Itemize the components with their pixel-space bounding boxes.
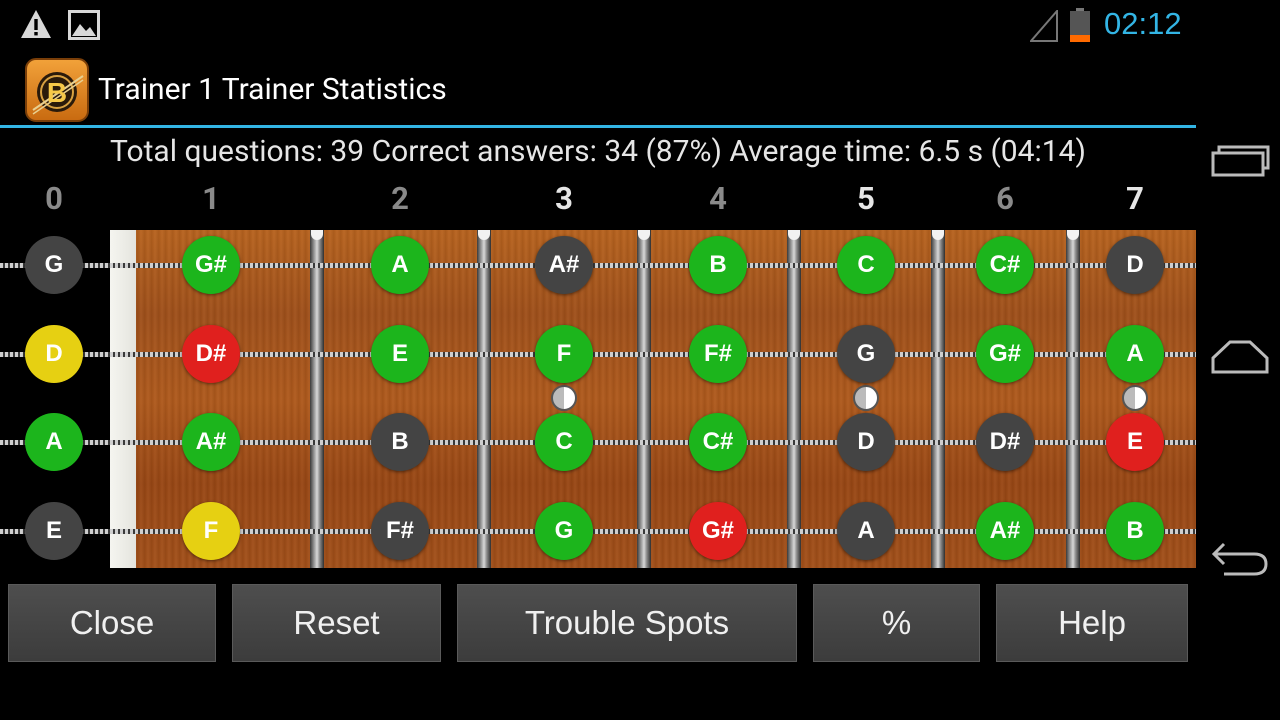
fret-wire	[637, 230, 651, 568]
status-clock: 02:12	[1104, 6, 1182, 41]
reset-button[interactable]: Reset	[232, 584, 441, 662]
note-marker[interactable]: E	[25, 502, 83, 560]
note-marker[interactable]: G	[837, 325, 895, 383]
fret-number-4: 4	[709, 180, 727, 217]
note-marker[interactable]: A	[371, 236, 429, 294]
warning-icon	[21, 10, 51, 38]
page-title: Trainer 1 Trainer Statistics	[98, 72, 447, 107]
close-button[interactable]: Close	[8, 584, 216, 662]
note-marker[interactable]: G	[25, 236, 83, 294]
fret-number-1: 1	[202, 180, 220, 217]
fret-number-3: 3	[555, 180, 573, 217]
fretboard	[110, 230, 1196, 568]
app-logo-icon[interactable]: B	[25, 58, 89, 122]
navigation-bar	[1196, 0, 1280, 720]
note-marker[interactable]: G#	[689, 502, 747, 560]
note-marker[interactable]: C	[837, 236, 895, 294]
action-bar: B Trainer 1 Trainer Statistics	[0, 50, 1196, 128]
fret-number-5: 5	[857, 180, 875, 217]
note-marker[interactable]: E	[1106, 413, 1164, 471]
signal-icon	[1030, 10, 1058, 42]
note-marker[interactable]: G	[535, 502, 593, 560]
note-marker[interactable]: F	[182, 502, 240, 560]
status-bar: 02:12	[0, 0, 1196, 50]
note-marker[interactable]: F	[535, 325, 593, 383]
fret-wire	[931, 230, 945, 568]
svg-text:B: B	[47, 77, 67, 108]
note-marker[interactable]: F#	[371, 502, 429, 560]
fret-wire	[310, 230, 324, 568]
stats-summary: Total questions: 39 Correct answers: 34 …	[110, 134, 1086, 169]
fret-inlay-dot	[853, 385, 879, 411]
fret-number-7: 7	[1126, 180, 1144, 217]
help-button[interactable]: Help	[996, 584, 1188, 662]
recent-apps-icon[interactable]	[1210, 140, 1270, 180]
note-marker[interactable]: A#	[535, 236, 593, 294]
back-icon[interactable]	[1210, 538, 1270, 578]
note-marker[interactable]: B	[371, 413, 429, 471]
fret-wire	[1066, 230, 1080, 568]
fret-inlay-dot	[1122, 385, 1148, 411]
note-marker[interactable]: A#	[182, 413, 240, 471]
note-marker[interactable]: D	[25, 325, 83, 383]
note-marker[interactable]: A	[1106, 325, 1164, 383]
note-marker[interactable]: A#	[976, 502, 1034, 560]
note-marker[interactable]: D	[837, 413, 895, 471]
note-marker[interactable]: A	[25, 413, 83, 471]
percent-button[interactable]: %	[813, 584, 980, 662]
fret-number-6: 6	[996, 180, 1014, 217]
image-icon	[68, 10, 100, 40]
trouble-spots-button[interactable]: Trouble Spots	[457, 584, 797, 662]
battery-icon	[1070, 8, 1090, 42]
note-marker[interactable]: C	[535, 413, 593, 471]
note-marker[interactable]: C#	[689, 413, 747, 471]
fret-number-0: 0	[45, 180, 63, 217]
note-marker[interactable]: B	[689, 236, 747, 294]
note-marker[interactable]: G#	[976, 325, 1034, 383]
fret-inlay-dot	[551, 385, 577, 411]
note-marker[interactable]: D#	[976, 413, 1034, 471]
note-marker[interactable]: G#	[182, 236, 240, 294]
note-marker[interactable]: A	[837, 502, 895, 560]
fret-wire	[787, 230, 801, 568]
note-marker[interactable]: B	[1106, 502, 1164, 560]
note-marker[interactable]: F#	[689, 325, 747, 383]
note-marker[interactable]: E	[371, 325, 429, 383]
fretboard-nut	[110, 230, 136, 568]
note-marker[interactable]: D#	[182, 325, 240, 383]
fret-wire	[477, 230, 491, 568]
note-marker[interactable]: C#	[976, 236, 1034, 294]
home-icon[interactable]	[1210, 338, 1270, 378]
fret-number-2: 2	[391, 180, 409, 217]
note-marker[interactable]: D	[1106, 236, 1164, 294]
